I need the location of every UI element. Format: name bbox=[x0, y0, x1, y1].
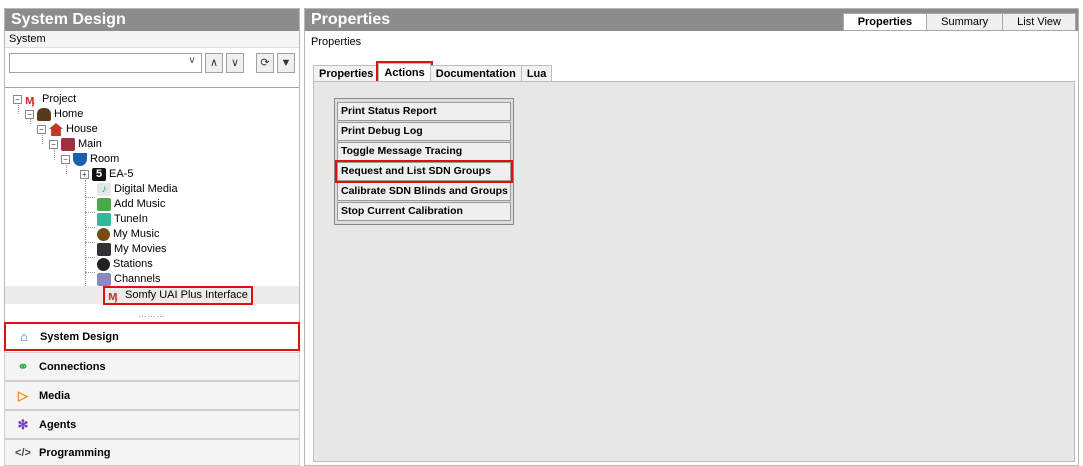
view-tab-list-view[interactable]: List View bbox=[1002, 13, 1076, 31]
calibrate-sdn-blinds-button[interactable]: Calibrate SDN Blinds and Groups bbox=[337, 182, 511, 201]
room-icon bbox=[73, 153, 87, 166]
system-design-icon: ⌂ bbox=[20, 329, 28, 344]
pane-title: System Design bbox=[5, 9, 299, 31]
nav-label: Programming bbox=[39, 446, 111, 459]
tree-item-room[interactable]: − Room bbox=[61, 152, 119, 167]
channels-icon bbox=[97, 273, 111, 286]
print-status-report-button[interactable]: Print Status Report bbox=[337, 102, 511, 121]
tree-item-label: My Movies bbox=[114, 243, 167, 255]
driver-icon: ӎ bbox=[108, 288, 118, 303]
programming-icon: </> bbox=[15, 446, 31, 459]
add-music-icon bbox=[97, 198, 111, 211]
tree-item-channels[interactable]: Channels bbox=[97, 272, 160, 287]
tree-item-project[interactable]: − ӎ Project bbox=[13, 92, 76, 107]
tree-item-label: Room bbox=[90, 153, 120, 165]
digital-media-icon: ♪ bbox=[97, 183, 111, 196]
tree-item-label: Add Music bbox=[114, 198, 166, 210]
move-down-button[interactable]: ∨ bbox=[226, 53, 244, 73]
tab-actions[interactable]: Actions bbox=[376, 61, 433, 85]
tree-item-label: TuneIn bbox=[114, 213, 148, 225]
collapse-icon[interactable]: − bbox=[37, 125, 46, 134]
pane-splitter[interactable]: ……… bbox=[5, 311, 299, 320]
tree-item-label: Project bbox=[42, 93, 77, 105]
media-icon: ▷ bbox=[18, 387, 28, 403]
view-tab-summary[interactable]: Summary bbox=[926, 13, 1004, 31]
tree-item-my-movies[interactable]: My Movies bbox=[97, 242, 167, 257]
tree-item-digital-media[interactable]: ♪ Digital Media bbox=[97, 182, 178, 197]
nav-label: Agents bbox=[39, 418, 77, 431]
tree-item-main[interactable]: − Main bbox=[49, 137, 102, 152]
stop-current-calibration-button[interactable]: Stop Current Calibration bbox=[337, 202, 511, 221]
my-movies-icon bbox=[97, 243, 111, 256]
nav-media[interactable]: ▷ Media bbox=[4, 381, 300, 410]
agents-icon: ✻ bbox=[17, 416, 29, 432]
tree-item-label: Main bbox=[78, 138, 102, 150]
actions-list: Print Status Report Print Debug Log Togg… bbox=[334, 98, 514, 225]
tree-item-label: My Music bbox=[113, 228, 160, 240]
tree-item-tunein[interactable]: TuneIn bbox=[97, 212, 148, 227]
move-up-button[interactable]: ∧ bbox=[205, 53, 223, 73]
tree-item-home[interactable]: − Home bbox=[25, 107, 83, 122]
tree-item-label: Stations bbox=[113, 258, 153, 270]
project-tree: − ӎ Project − Home − House − Main − Room… bbox=[5, 87, 299, 312]
house-icon bbox=[49, 123, 63, 136]
nav-agents[interactable]: ✻ Agents bbox=[4, 410, 300, 439]
nav-label: System Design bbox=[40, 330, 119, 343]
tree-item-label: EA-5 bbox=[109, 168, 134, 180]
tree-item-house[interactable]: − House bbox=[37, 122, 98, 137]
request-list-sdn-groups-button[interactable]: Request and List SDN Groups bbox=[335, 160, 513, 183]
expand-icon[interactable]: + bbox=[80, 170, 89, 179]
stations-icon bbox=[97, 258, 110, 271]
nav-connections[interactable]: ⚭ Connections bbox=[4, 352, 300, 381]
search-combo[interactable]: ∨ bbox=[9, 53, 202, 73]
view-tabs: Properties Summary List View bbox=[842, 13, 1076, 31]
nav-system-design[interactable]: ⌂ System Design bbox=[4, 322, 300, 351]
collapse-icon[interactable]: − bbox=[49, 140, 58, 149]
actions-panel: Print Status Report Print Debug Log Togg… bbox=[313, 81, 1075, 462]
collapse-icon[interactable]: − bbox=[13, 95, 22, 104]
tree-item-somfy-uai-plus[interactable]: ӎ Somfy UAI Plus Interface bbox=[103, 286, 253, 305]
property-tabs: Properties Actions Documentation Lua bbox=[313, 61, 553, 85]
tree-item-my-music[interactable]: My Music bbox=[97, 227, 159, 242]
refresh-button[interactable]: ⟳ bbox=[256, 53, 274, 73]
properties-label: Properties bbox=[311, 36, 362, 48]
tree-item-label: Home bbox=[54, 108, 84, 120]
tree-item-label: Digital Media bbox=[114, 183, 178, 195]
home-icon bbox=[37, 108, 51, 121]
chevron-down-icon[interactable]: ∨ bbox=[185, 55, 199, 71]
tree-item-label: House bbox=[66, 123, 98, 135]
floor-icon bbox=[61, 138, 75, 151]
tunein-icon bbox=[97, 213, 111, 226]
collapse-icon[interactable]: − bbox=[61, 155, 70, 164]
controller-icon: 5 bbox=[92, 168, 106, 181]
nav-programming[interactable]: </> Programming bbox=[4, 439, 300, 466]
my-music-icon bbox=[97, 228, 110, 241]
tree-item-label: Channels bbox=[114, 273, 161, 285]
project-icon: ӎ bbox=[25, 92, 35, 107]
nav-label: Connections bbox=[39, 360, 106, 373]
nav-label: Media bbox=[39, 389, 71, 402]
system-label: System bbox=[5, 31, 299, 48]
properties-pane: Properties Properties Summary List View … bbox=[304, 8, 1079, 466]
view-tab-properties[interactable]: Properties bbox=[842, 13, 928, 31]
tree-item-ea5[interactable]: + 5 EA-5 bbox=[80, 167, 133, 182]
connections-icon: ⚭ bbox=[17, 358, 29, 374]
print-debug-log-button[interactable]: Print Debug Log bbox=[337, 122, 511, 141]
collapse-icon[interactable]: − bbox=[25, 110, 34, 119]
toggle-message-tracing-button[interactable]: Toggle Message Tracing bbox=[337, 142, 511, 161]
tree-item-label: Somfy UAI Plus Interface bbox=[125, 289, 248, 301]
tree-item-add-music[interactable]: Add Music bbox=[97, 197, 165, 212]
filter-button[interactable]: ▼ bbox=[277, 53, 295, 73]
tree-toolbar: ∨ ∧ ∨ ⟳ ▼ bbox=[5, 48, 299, 78]
tree-item-stations[interactable]: Stations bbox=[97, 257, 153, 272]
